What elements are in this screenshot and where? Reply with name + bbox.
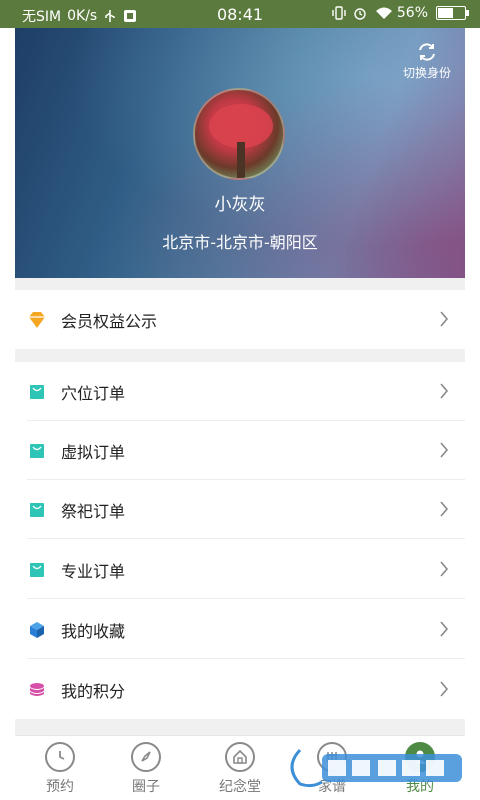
user-location: 北京市-北京市-朝阳区: [162, 233, 318, 252]
tab-circle-label: 圈子: [132, 779, 160, 795]
divider: [27, 658, 465, 659]
sacrifice-order-row[interactable]: 祭祀订单: [15, 480, 465, 539]
avatar[interactable]: [193, 88, 285, 180]
acupoint-order-row[interactable]: 穴位订单: [15, 362, 465, 421]
coins-icon: [27, 680, 47, 700]
home-icon: [225, 742, 255, 772]
member-benefits-label: 会员权益公示: [61, 311, 158, 331]
chevron-right-icon: [440, 383, 449, 399]
tab-appointment-label: 预约: [46, 779, 74, 795]
avatar-tree-trunk: [237, 142, 245, 178]
refresh-icon: [419, 43, 435, 61]
alarm-icon: [353, 6, 367, 20]
chevron-right-icon: [440, 681, 449, 697]
acupoint-order-label: 穴位订单: [61, 383, 126, 403]
professional-order-label: 专业订单: [61, 561, 126, 581]
shopping-bag-icon: [27, 500, 47, 520]
shopping-bag-icon: [27, 441, 47, 461]
tab-memorial-hall-label: 纪念堂: [219, 779, 261, 795]
divider: [27, 598, 465, 599]
virtual-order-label: 虚拟订单: [61, 442, 126, 462]
member-benefits-row[interactable]: 会员权益公示: [15, 290, 465, 349]
watermark-logo: [289, 747, 462, 789]
tab-appointment[interactable]: 预约: [15, 736, 105, 800]
switch-identity-label: 切换身份: [402, 66, 451, 80]
battery-icon: [436, 6, 469, 20]
my-favorites-label: 我的收藏: [61, 621, 126, 641]
switch-identity-button[interactable]: 切换身份: [403, 42, 451, 81]
cube-icon: [27, 620, 47, 640]
my-points-row[interactable]: 我的积分: [15, 660, 465, 719]
shopping-bag-icon: [27, 382, 47, 402]
my-favorites-row[interactable]: 我的收藏: [15, 600, 465, 659]
virtual-order-row[interactable]: 虚拟订单: [15, 421, 465, 480]
wifi-icon: [375, 6, 392, 20]
user-name: 小灰灰: [214, 195, 266, 215]
clock-icon: [45, 742, 75, 772]
sacrifice-order-label: 祭祀订单: [61, 501, 126, 521]
tab-memorial-hall[interactable]: 纪念堂: [195, 736, 285, 800]
chevron-right-icon: [440, 561, 449, 577]
chevron-right-icon: [440, 621, 449, 637]
diamond-icon: [27, 310, 47, 330]
divider: [27, 538, 465, 539]
section-gap: [15, 349, 465, 362]
chevron-right-icon: [440, 442, 449, 458]
status-bar: 无SIM 0K/s 08:41 56%: [0, 0, 480, 28]
profile-header: 切换身份 小灰灰 北京市-北京市-朝阳区: [15, 28, 465, 278]
battery-percent: 56%: [396, 5, 428, 21]
shopping-bag-icon: [27, 560, 47, 580]
tab-circle[interactable]: 圈子: [101, 736, 191, 800]
chevron-right-icon: [440, 311, 449, 327]
chevron-right-icon: [440, 501, 449, 517]
section-gap: [15, 719, 465, 735]
vibrate-icon: [331, 6, 346, 20]
section-gap: [15, 278, 465, 290]
professional-order-row[interactable]: 专业订单: [15, 540, 465, 599]
my-points-label: 我的积分: [61, 681, 126, 701]
compass-icon: [131, 742, 161, 772]
